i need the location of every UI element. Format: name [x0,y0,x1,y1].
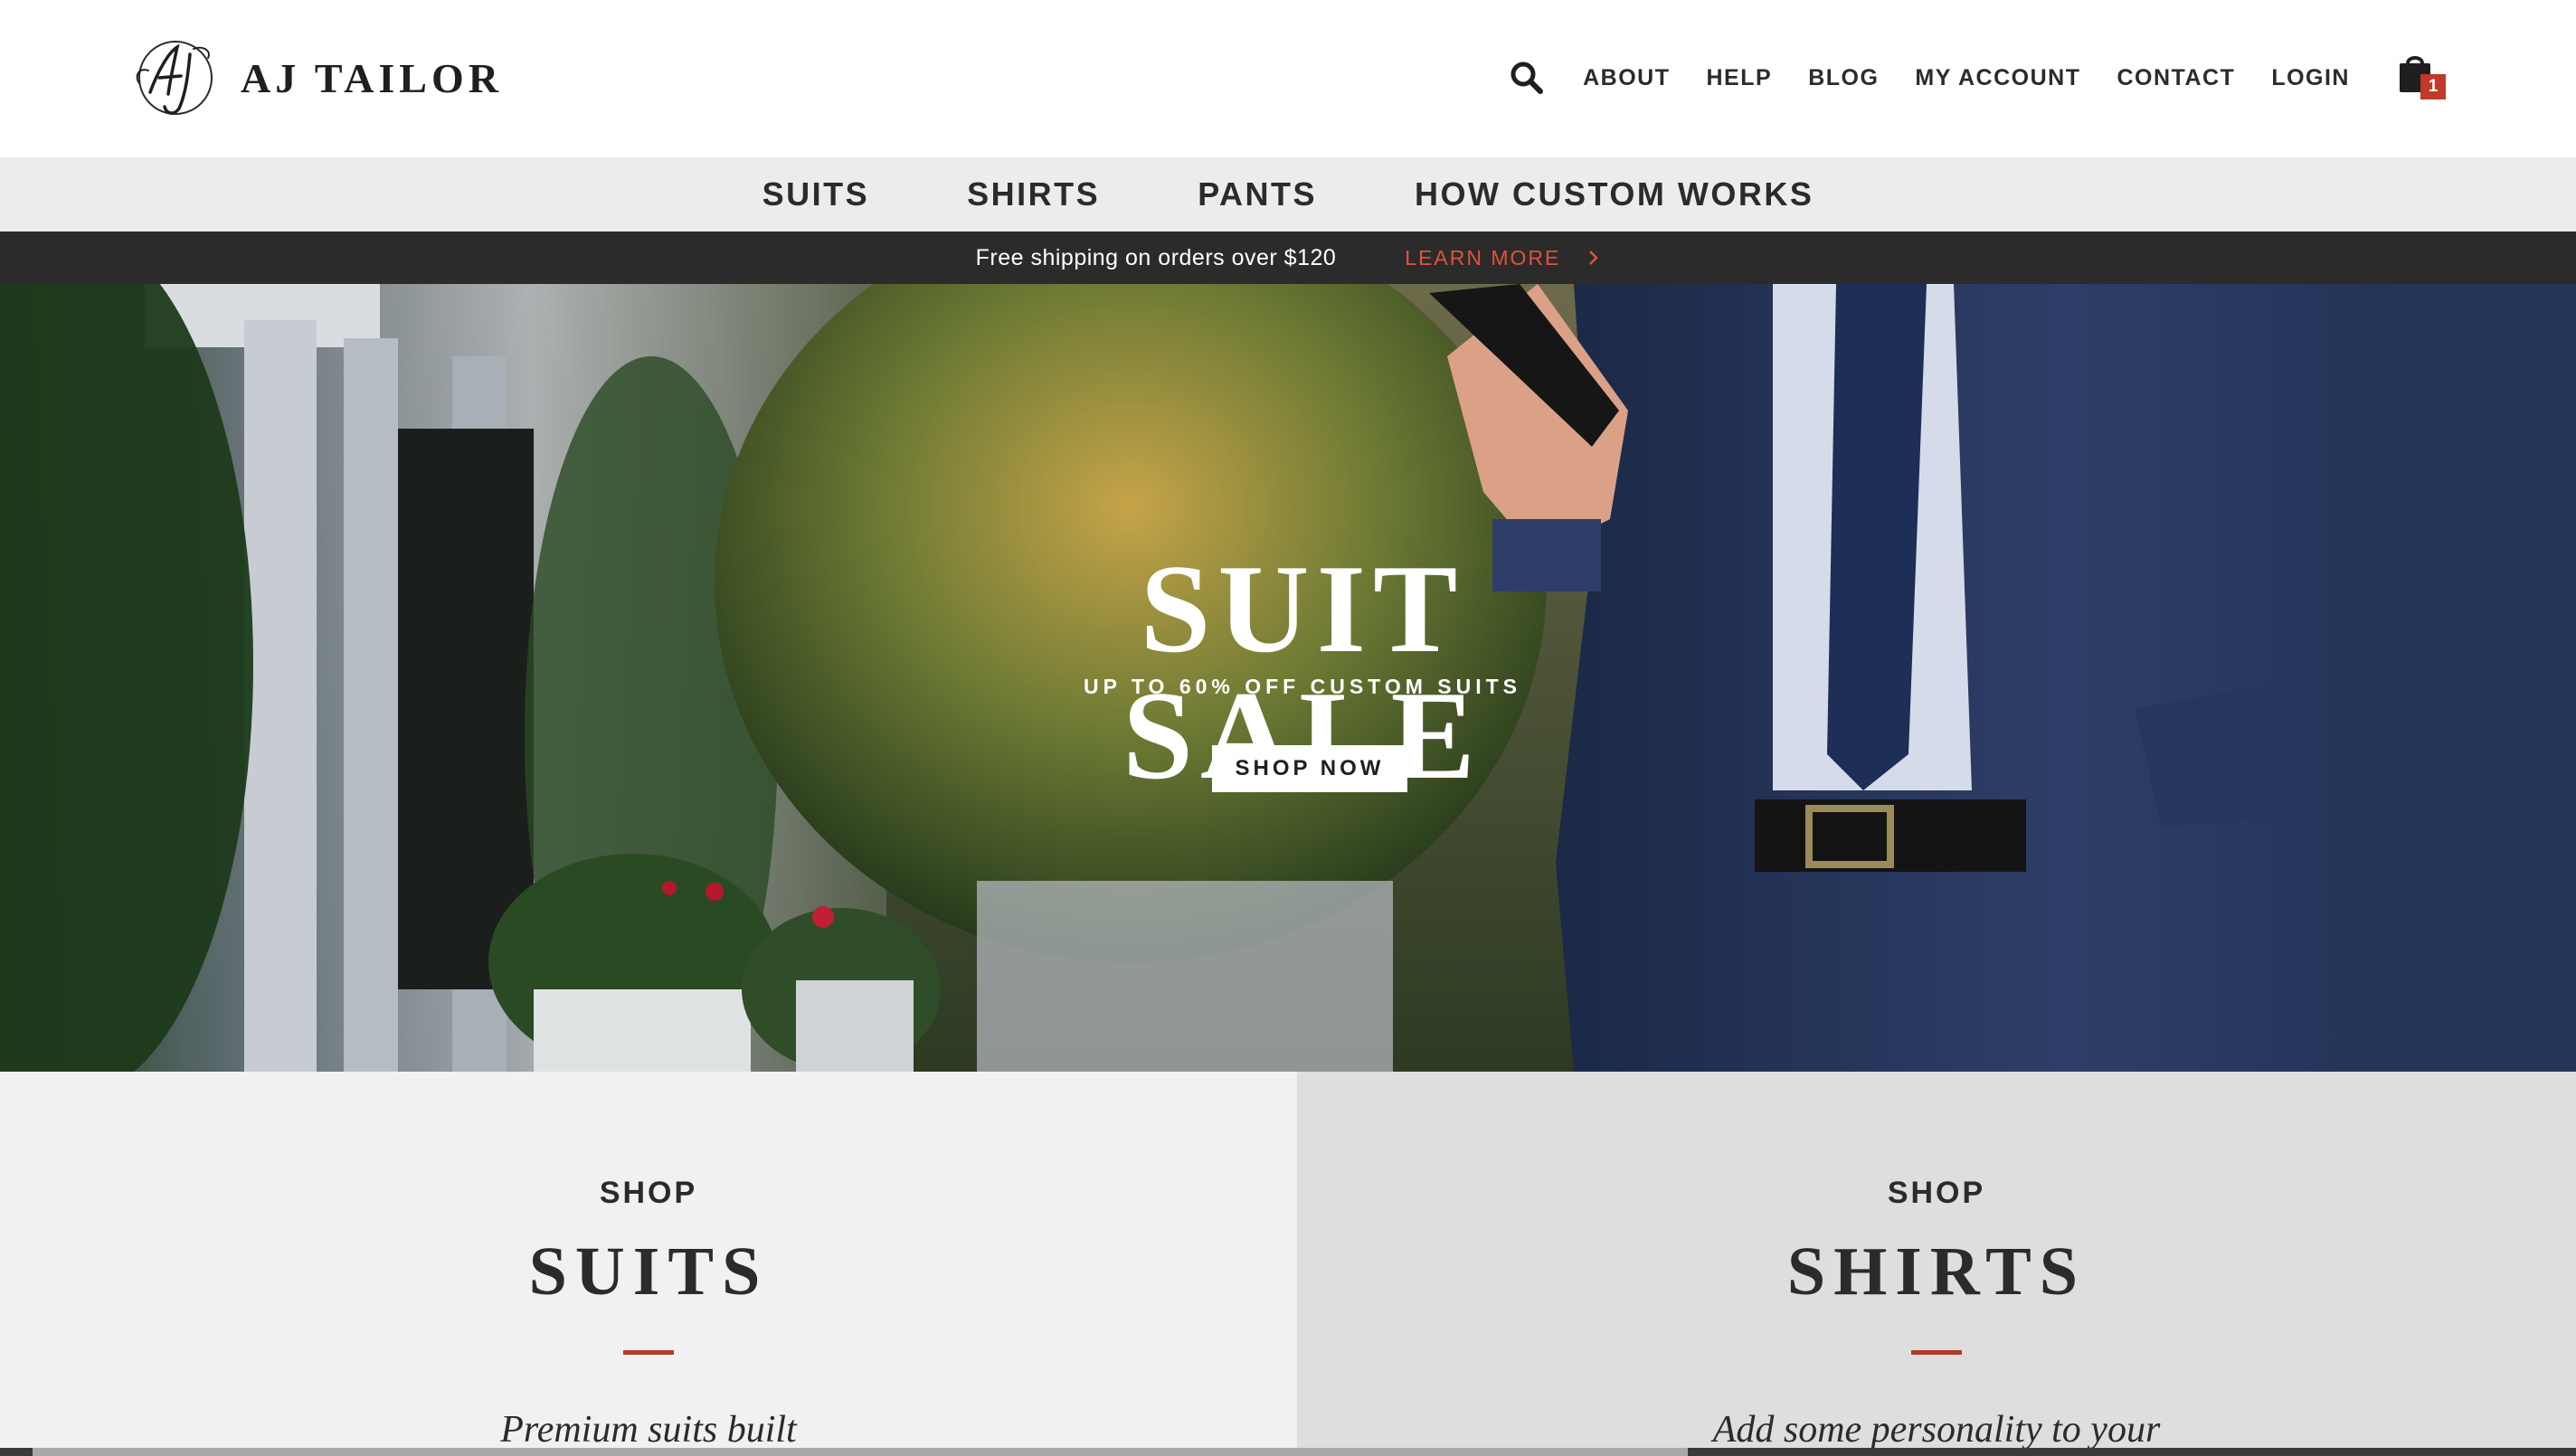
panel-title: SUITS [528,1234,769,1309]
horizontal-scrollbar-thumb[interactable] [33,1448,1688,1456]
site-header: AJ TAILOR ABOUT HELP BLOG MY ACCOUNT CON… [0,0,2576,157]
shop-suits-panel[interactable]: SHOP SUITS Premium suits built [0,1072,1297,1456]
nav-link-login[interactable]: LOGIN [2271,65,2350,91]
hero-banner: SUIT SALE UP TO 60% OFF CUSTOM SUITS SHO… [0,284,2576,1072]
promo-text: Free shipping on orders over $120 [975,244,1337,270]
category-pants[interactable]: PANTS [1198,175,1317,213]
panel-description: Premium suits built [500,1409,797,1451]
panel-description: Add some personality to your [1712,1409,2161,1451]
nav-link-contact[interactable]: CONTACT [2117,65,2235,91]
panel-title: SHIRTS [1786,1234,2087,1309]
shop-now-button[interactable]: SHOP NOW [1212,745,1407,792]
cart-count-badge: 1 [2420,74,2446,99]
promo-bar: Free shipping on orders over $120 LEARN … [0,232,2576,284]
learn-more-label: LEARN MORE [1405,245,1561,269]
category-nav: SUITS SHIRTS PANTS HOW CUSTOM WORKS [0,157,2576,232]
shop-shirts-panel[interactable]: SHOP SHIRTS Add some personality to your [1297,1072,2576,1456]
cart-button[interactable]: 1 [2397,52,2449,103]
panel-kicker: SHOP [1887,1176,1986,1210]
monogram-logo-icon [136,41,213,115]
category-how-custom-works[interactable]: HOW CUSTOM WORKS [1415,175,1814,213]
panel-divider [623,1350,674,1355]
learn-more-link[interactable]: LEARN MORE [1405,246,1600,270]
search-icon[interactable] [1509,60,1545,96]
nav-link-blog[interactable]: BLOG [1808,65,1879,91]
nav-link-my-account[interactable]: MY ACCOUNT [1915,65,2080,91]
brand-name: AJ TAILOR [241,54,503,101]
panel-divider [1911,1350,1962,1355]
chevron-right-icon [1589,251,1599,265]
panel-kicker: SHOP [599,1176,698,1210]
shop-panels: SHOP SUITS Premium suits built SHOP SHIR… [0,1072,2576,1456]
category-suits[interactable]: SUITS [762,175,870,213]
category-shirts[interactable]: SHIRTS [967,175,1100,213]
brand-logo[interactable]: AJ TAILOR [130,36,503,119]
hero-subtitle: UP TO 60% OFF CUSTOM SUITS [1083,675,1521,698]
nav-link-help[interactable]: HELP [1707,65,1773,91]
nav-link-about[interactable]: ABOUT [1583,65,1670,91]
utility-nav: ABOUT HELP BLOG MY ACCOUNT CONTACT LOGIN… [1509,52,2449,103]
